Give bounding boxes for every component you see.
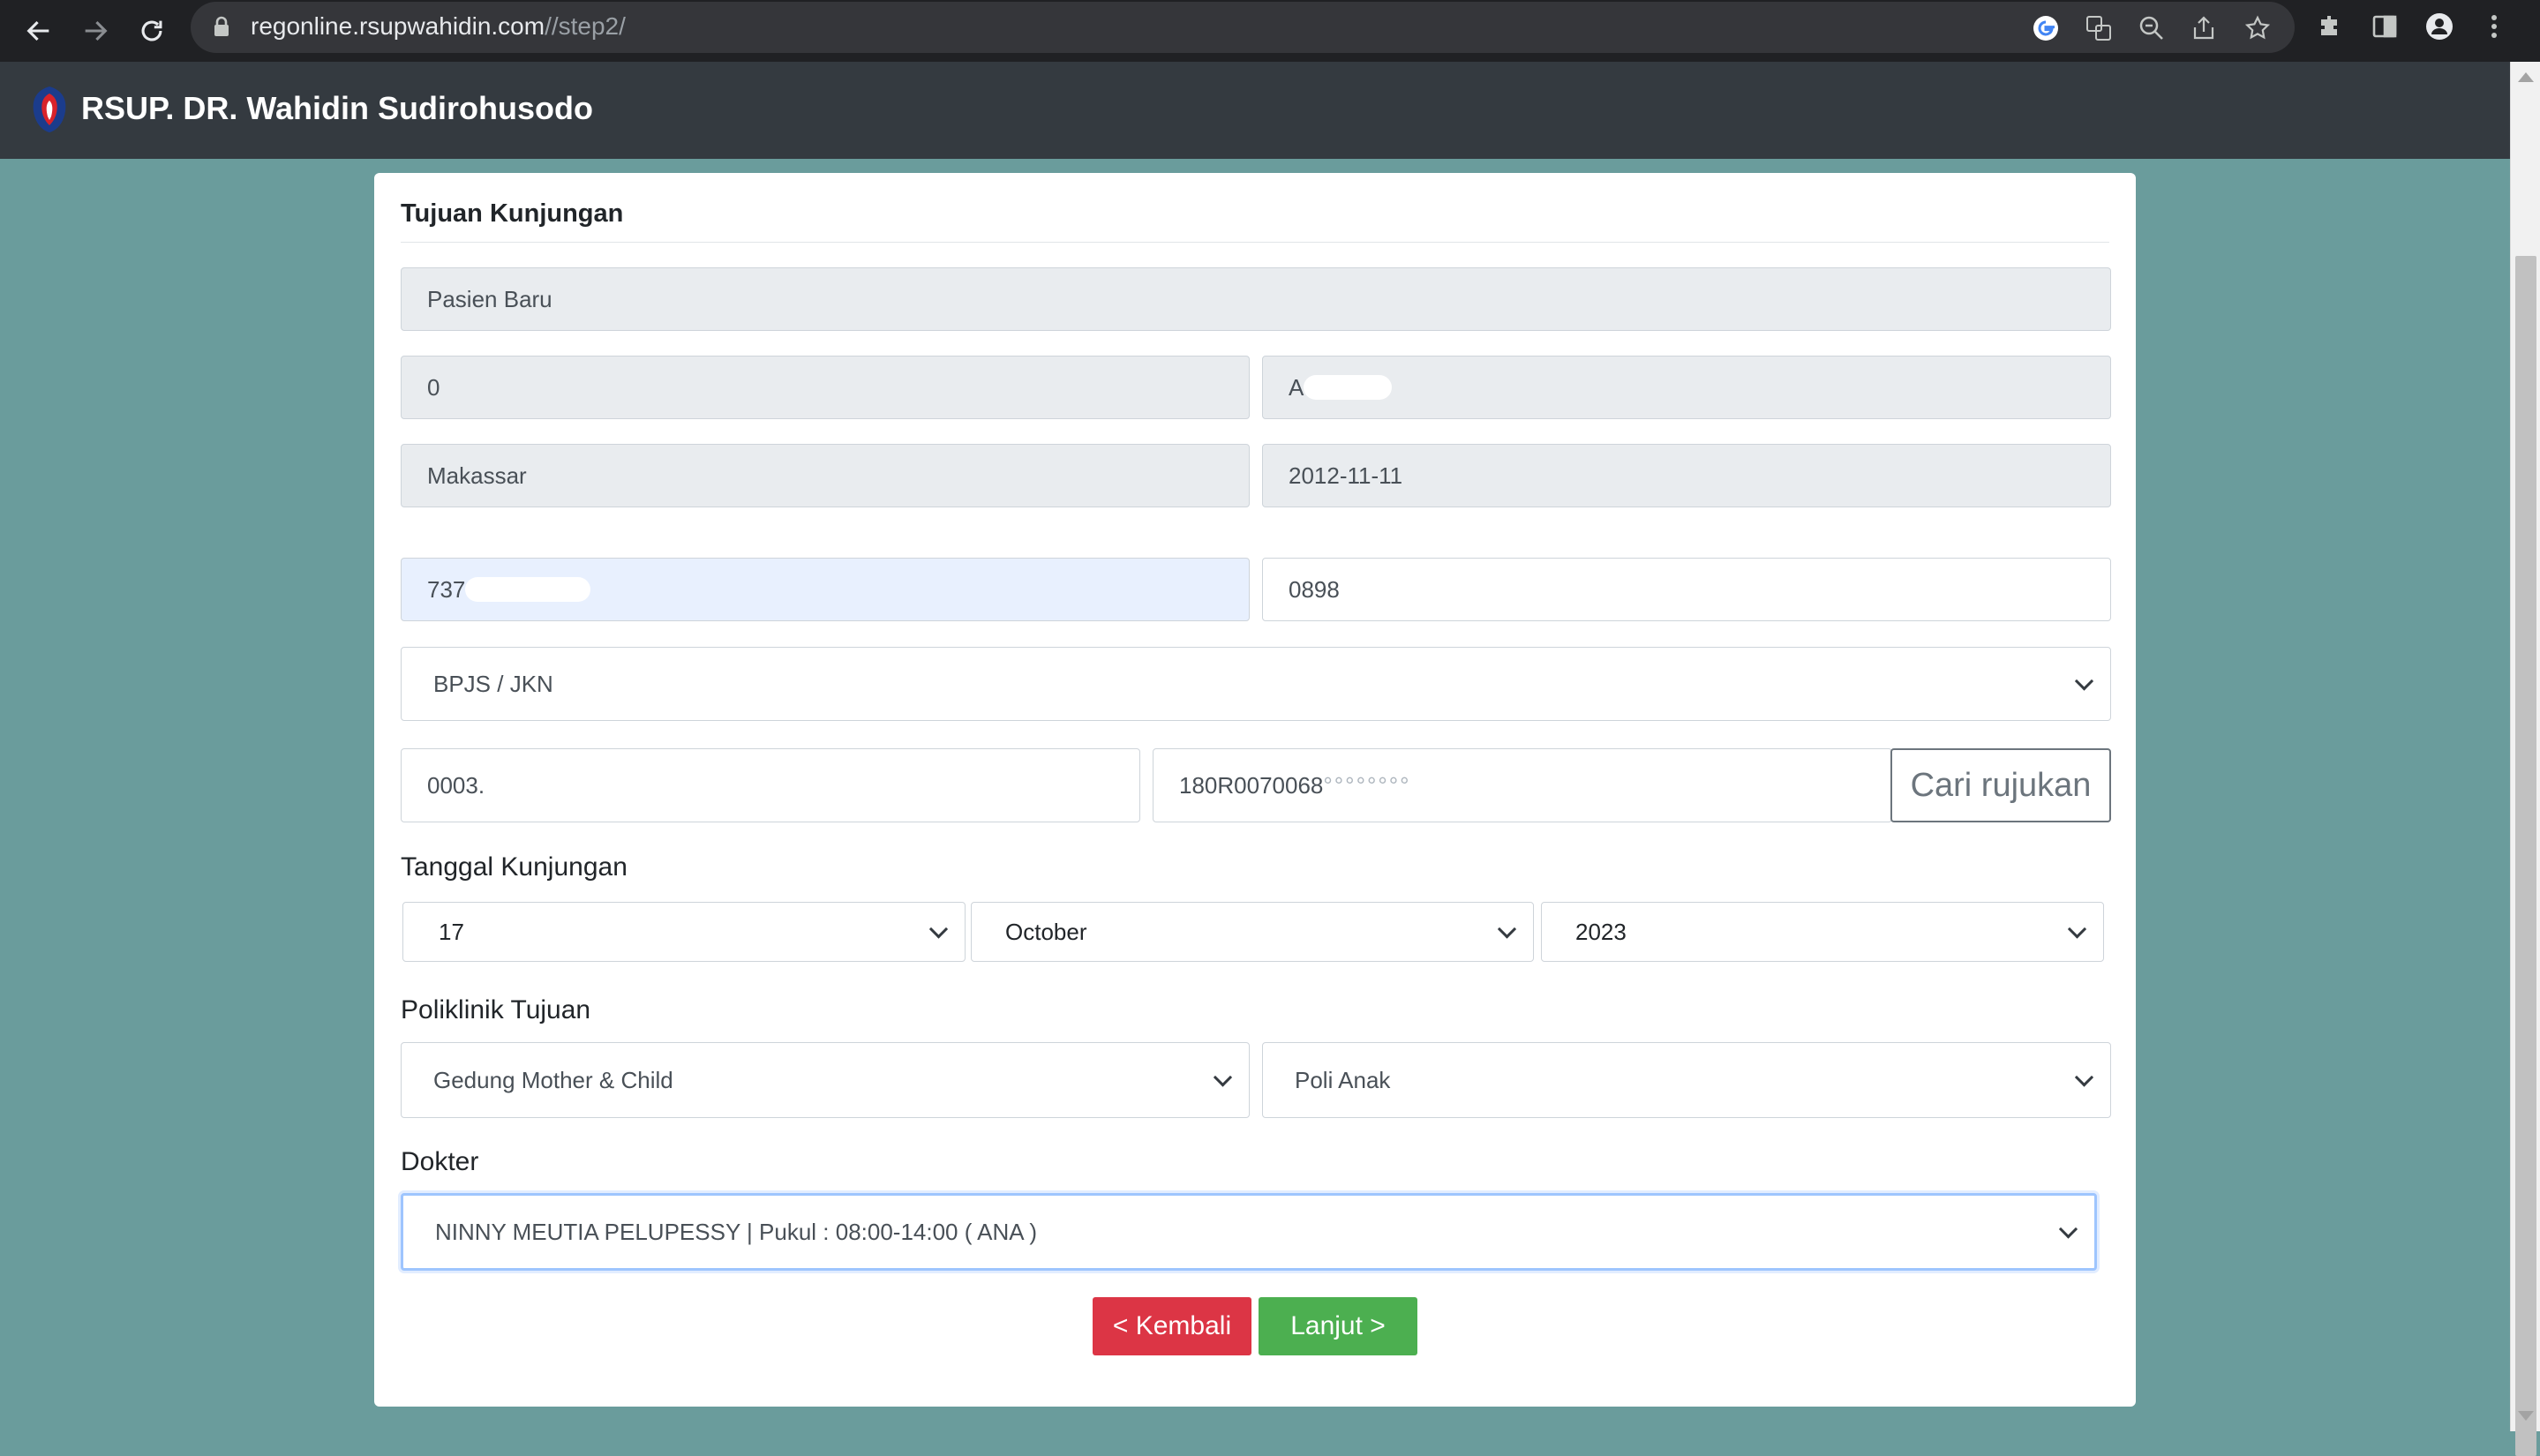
google-icon[interactable] [2028,11,2063,46]
section-title: Tujuan Kunjungan [401,199,624,228]
referral-number-value: 180R0070068 [1179,771,1324,799]
nik-input[interactable]: 737 [401,558,1250,621]
redacted-mask [1304,375,1393,400]
redacted-mask [465,577,591,602]
registration-card: Tujuan Kunjungan Pasien Baru 0 A Makassa… [374,173,2136,1407]
payment-method-select[interactable]: BPJS / JKN [401,647,2111,721]
visit-month-select[interactable]: October [971,902,1534,962]
search-referral-button[interactable]: Cari rujukan [1890,748,2111,822]
menu-kebab-icon[interactable] [2476,9,2512,44]
address-bar[interactable]: regonline.rsupwahidin.com//step2/ [191,2,2295,53]
divider [401,242,2109,243]
visit-month-value: October [1005,918,1087,945]
phone-input[interactable]: 0898 [1262,558,2111,621]
doctor-value: NINNY MEUTIA PELUPESSY | Pukul : 08:00-1… [435,1218,1038,1245]
share-icon[interactable] [2187,11,2222,46]
clinic-select[interactable]: Poli Anak [1262,1042,2111,1118]
doctor-label: Dokter [401,1147,479,1176]
nik-value: 737 [427,575,466,603]
back-arrow-icon[interactable] [16,8,62,54]
patient-name-value: A [1289,373,1304,401]
doctor-select[interactable]: NINNY MEUTIA PELUPESSY | Pukul : 08:00-1… [401,1193,2097,1271]
phone-value: 0898 [1289,575,1340,603]
browser-toolbar: regonline.rsupwahidin.com//step2/ [0,0,2540,62]
visit-day-select[interactable]: 17 [402,902,966,962]
building-value: Gedung Mother & Child [433,1066,673,1093]
reload-icon[interactable] [129,8,175,54]
bookmark-star-icon[interactable] [2240,11,2275,46]
back-button[interactable]: < Kembali [1093,1297,1251,1355]
page-scrollbar[interactable] [2510,62,2540,1456]
patient-type-field: Pasien Baru [401,267,2111,331]
scroll-down-icon[interactable] [2518,1411,2534,1421]
patient-name-field: A [1262,356,2111,419]
extensions-puzzle-icon[interactable] [2312,9,2348,44]
visit-day-value: 17 [439,918,464,945]
record-number-value: 0 [427,373,440,401]
bpjs-number-input[interactable]: 0003. [401,748,1140,822]
patient-type-value: Pasien Baru [427,285,552,312]
visit-year-value: 2023 [1575,918,1627,945]
birth-date-value: 2012-11-11 [1289,462,1403,489]
scroll-thumb[interactable] [2515,256,2536,1456]
scroll-up-icon[interactable] [2518,72,2534,82]
record-number-field: 0 [401,356,1250,419]
building-select[interactable]: Gedung Mother & Child [401,1042,1250,1118]
visit-date-label: Tanggal Kunjungan [401,852,627,882]
birth-date-field: 2012-11-11 [1262,444,2111,507]
referral-number-input[interactable]: 180R0070068 °°°°°°°° [1153,748,1892,822]
bpjs-number-value: 0003. [427,771,485,799]
zoom-icon[interactable] [2134,11,2169,46]
site-title[interactable]: RSUP. DR. Wahidin Sudirohusodo [81,90,593,127]
clinic-value: Poli Anak [1295,1066,1391,1093]
payment-method-value: BPJS / JKN [433,670,553,697]
url-text: regonline.rsupwahidin.com//step2/ [251,12,626,40]
birth-place-value: Makassar [427,462,527,489]
clinic-label: Poliklinik Tujuan [401,995,591,1024]
translate-icon[interactable] [2081,11,2116,46]
side-panel-icon[interactable] [2367,9,2402,44]
visit-year-select[interactable]: 2023 [1541,902,2104,962]
lock-icon [212,15,231,42]
site-header: RSUP. DR. Wahidin Sudirohusodo [0,62,2510,159]
next-button[interactable]: Lanjut > [1259,1297,1417,1355]
profile-avatar-icon[interactable] [2422,9,2457,44]
hospital-logo-icon [26,83,72,136]
forward-arrow-icon[interactable] [72,8,118,54]
birth-place-field: Makassar [401,444,1250,507]
